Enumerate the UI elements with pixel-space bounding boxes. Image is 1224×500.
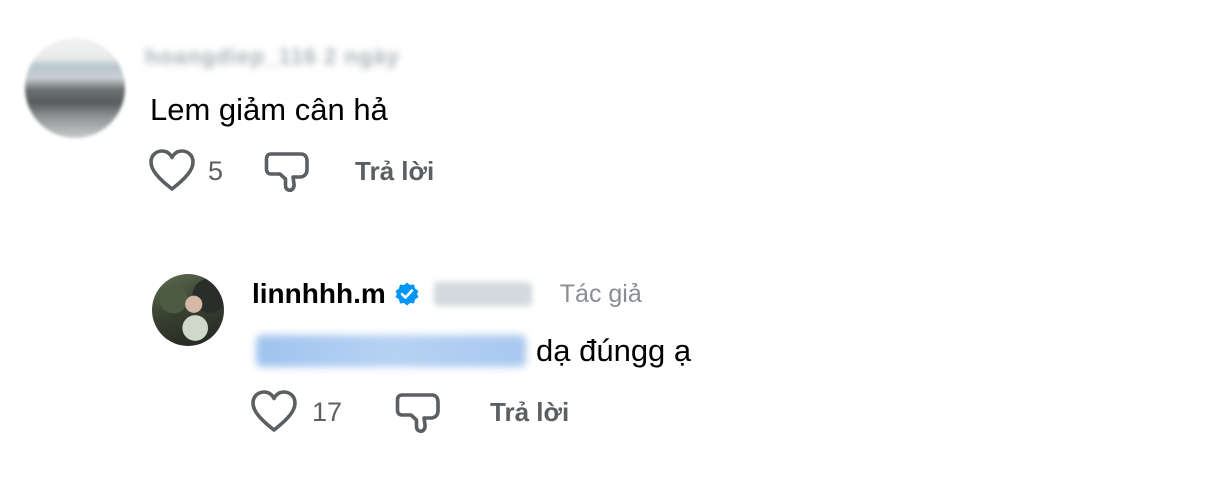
reply-body: dạ đúngg ạ <box>256 333 691 369</box>
like-count: 17 <box>312 396 343 427</box>
comment-actions: 5 Trả lời <box>148 148 434 194</box>
reply-button[interactable]: Trả lời <box>490 397 569 428</box>
heart-icon[interactable] <box>148 148 196 194</box>
reply-text: dạ đúngg ạ <box>536 333 692 368</box>
like-count: 5 <box>208 155 224 186</box>
heart-icon[interactable] <box>250 389 298 435</box>
reply-username[interactable]: linnhhh.m <box>252 278 386 310</box>
comment-text: Lem giảm cân hả <box>150 92 388 127</box>
author-label: Tác giả <box>559 279 642 308</box>
thumbs-down-icon[interactable] <box>394 389 442 435</box>
reply-button[interactable]: Trả lời <box>355 156 434 187</box>
reply-header: linnhhh.m Tác giả <box>252 278 642 310</box>
thumbs-down-icon[interactable] <box>263 148 311 194</box>
reply-actions: 17 Trả lời <box>250 389 569 435</box>
author-avatar[interactable] <box>152 274 224 346</box>
commenter-username-redacted[interactable]: hoangdiep_116 2 ngày <box>145 44 470 72</box>
reply-timestamp-redacted <box>433 282 532 306</box>
commenter-avatar[interactable] <box>25 38 125 138</box>
mention-redacted[interactable] <box>256 335 526 367</box>
verified-badge-icon <box>394 281 420 307</box>
